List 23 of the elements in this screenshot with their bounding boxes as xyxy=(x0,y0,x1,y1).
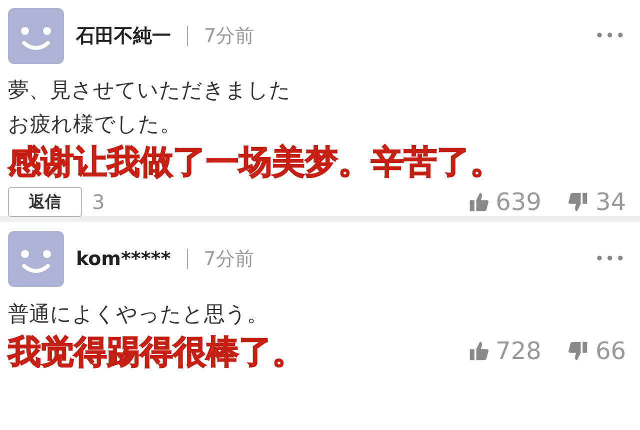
comment-text: 夢、見させていただきました xyxy=(8,77,292,104)
comment-text: お疲れ様でした。 xyxy=(8,111,182,138)
more-menu-button[interactable]: ••• xyxy=(594,24,626,48)
avatar-icon xyxy=(8,8,64,64)
subtitle-text: 感谢让我做了一场美梦。辛苦了。 xyxy=(8,141,504,183)
thumbs-up-icon[interactable] xyxy=(468,340,490,362)
author-name[interactable]: 石田不純一 xyxy=(76,22,171,50)
reply-button[interactable]: 返信 xyxy=(8,187,82,217)
thumbs-down-icon[interactable] xyxy=(567,191,590,213)
author-name[interactable]: kom***** xyxy=(76,244,171,274)
timestamp: 7分前 xyxy=(204,246,254,272)
dislike-count: 66 xyxy=(595,336,626,367)
timestamp: 7分前 xyxy=(204,24,254,49)
comment-text: 普通によくやったと思う。 xyxy=(8,301,269,328)
like-count: 639 xyxy=(496,187,542,218)
thumbs-up-icon[interactable] xyxy=(468,191,490,213)
subtitle-text: 我觉得踢得很棒了。 xyxy=(8,331,305,373)
dislike-count: 34 xyxy=(595,187,626,218)
like-count: 728 xyxy=(496,336,542,367)
reply-count: 3 xyxy=(92,189,105,216)
more-menu-button[interactable]: ••• xyxy=(594,247,626,271)
avatar-icon xyxy=(8,231,64,287)
thumbs-down-icon[interactable] xyxy=(567,340,590,362)
